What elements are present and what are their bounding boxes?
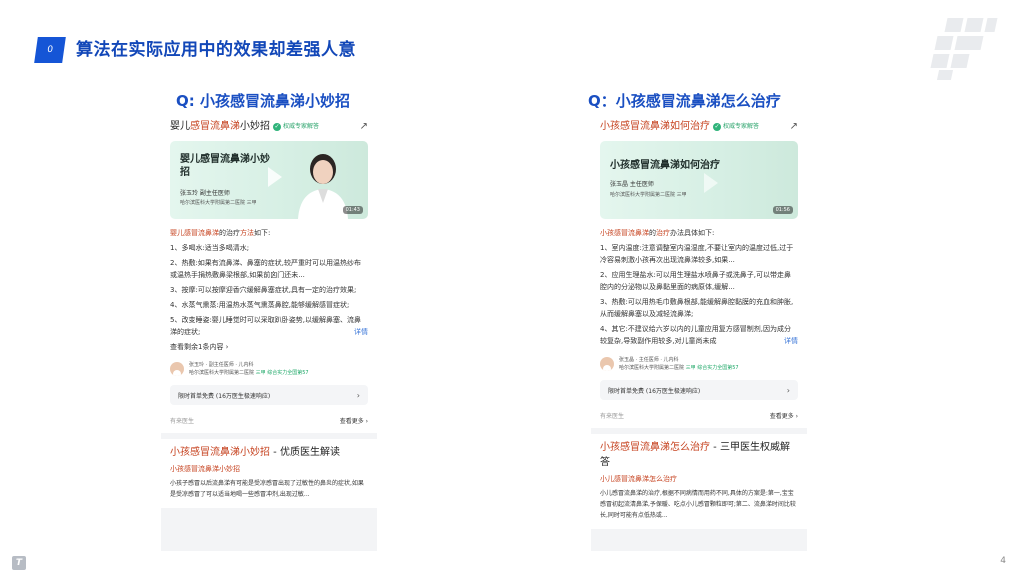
left-card-header: 婴儿感冒流鼻涕小妙招 ✓ 权威专家解答 ↗: [170, 120, 368, 134]
right-details-link[interactable]: 详情: [784, 335, 798, 347]
check-icon: ✓: [713, 123, 721, 131]
left-search-result-panel: 婴儿感冒流鼻涕小妙招 ✓ 权威专家解答 ↗ 婴儿感冒流鼻涕小妙招 张玉玲 副主任医…: [161, 114, 377, 551]
left-video-doctor: 张玉玲 副主任医师: [180, 190, 230, 197]
list-item: 4、其它:不建议给六岁以内的儿童应用复方感冒制剂,因为成分较复杂,导致副作用较多…: [600, 325, 798, 347]
left-card2-title[interactable]: 小孩感冒流鼻涕小妙招 - 优质医生解读: [170, 445, 368, 460]
right-doctor-name: 张玉晶 · 主任医师 · 儿内科: [619, 357, 679, 363]
avatar: [600, 357, 614, 371]
share-icon[interactable]: ↗: [360, 120, 368, 134]
list-item: 1、多喝水:适当多喝清水;: [170, 244, 250, 252]
right-video-thumbnail[interactable]: 小孩感冒流鼻涕如何治疗 张玉晶 主任医师 哈尔滨医科大学附属第二医院 三甲 01…: [600, 141, 798, 219]
left-doctor-tag: 三甲: [255, 370, 266, 376]
left-doctor-name: 张玉玲 · 副主任医师 · 儿内科: [189, 362, 254, 368]
list-item: 2、应用生理盐水:可以用生理盐水喷鼻子或洗鼻子,可以带走鼻腔内的分泌物以及鼻黏里…: [600, 271, 792, 291]
left-see-more-link[interactable]: 查看更多 ›: [340, 416, 368, 425]
list-item: 5、改变睡姿:婴儿睡觉时可以采取趴卧姿势,以缓解鼻塞、流鼻涕的症状; 详情: [170, 316, 368, 338]
decorative-squares-icon: [928, 18, 998, 82]
right-free-consult-button[interactable]: 限时首单免费 (16万医生极速响应) ›: [600, 380, 798, 400]
left-card-title[interactable]: 婴儿感冒流鼻涕小妙招: [170, 120, 270, 134]
brand-logo-icon: T: [12, 556, 26, 570]
left-card2-subtitle: 小孩感冒流鼻涕小妙招: [170, 465, 240, 473]
list-item: 3、热敷:可以用热毛巾敷鼻根部,能缓解鼻腔黏膜的充血和肿胀,从而缓解鼻塞以及减轻…: [600, 298, 794, 318]
left-card-footer: 有来医生 查看更多 ›: [170, 416, 368, 425]
left-answer-body: 婴儿感冒流鼻涕的治疗方法如下: 1、多喝水:适当多喝清水; 2、热敷:如果有流鼻…: [170, 227, 368, 338]
slide-title: 算法在实际应用中的效果却差强人意: [76, 40, 356, 60]
right-card-header: 小孩感冒流鼻涕如何治疗 ✓ 权威专家解答 ↗: [600, 120, 798, 134]
play-icon[interactable]: [704, 173, 718, 193]
left-result-card-2[interactable]: 小孩感冒流鼻涕小妙招 - 优质医生解读 小孩感冒流鼻涕小妙招 小孩子感冒以后流鼻…: [161, 439, 377, 508]
right-video-title: 小孩感冒流鼻涕如何治疗: [610, 160, 720, 171]
left-video-title: 婴儿感冒流鼻涕小妙招: [180, 154, 270, 178]
right-card2-body: 小儿感冒流鼻涕的治疗,根据不同病情而用药不同,具体的方案是:第一,宝宝感冒初起流…: [600, 490, 796, 519]
chevron-right-icon: ›: [786, 385, 790, 395]
right-doctor-tag: 三甲: [685, 365, 696, 371]
left-card2-body: 小孩子感冒以后流鼻涕有可能是受凉感冒出现了过敏性的鼻炎的症状,如果是受凉感冒了可…: [170, 480, 364, 498]
left-details-link[interactable]: 详情: [354, 326, 368, 338]
list-item: 1、室内温度:注意调整室内温湿度,不要让室内的温度过低,过于冷容易刺激小孩再次出…: [600, 244, 794, 264]
left-doctor-rank: 综合实力全国第57: [267, 370, 309, 376]
chevron-right-icon: ›: [356, 390, 360, 400]
right-verified-badge: ✓ 权威专家解答: [713, 123, 760, 131]
right-doctor-hospital: 哈尔滨医科大学附属第二医院: [619, 365, 685, 371]
left-video-duration: 01:43: [342, 206, 363, 214]
right-doctor-info[interactable]: 张玉晶 · 主任医师 · 儿内科 哈尔滨医科大学附属第二医院 三甲 综合实力全国…: [600, 356, 798, 372]
right-card-title[interactable]: 小孩感冒流鼻涕如何治疗: [600, 120, 710, 134]
left-video-thumbnail[interactable]: 婴儿感冒流鼻涕小妙招 张玉玲 副主任医师 哈尔滨医科大学附属第二医院 三甲 01…: [170, 141, 368, 219]
left-doctor-hospital: 哈尔滨医科大学附属第二医院: [189, 370, 255, 376]
right-result-card[interactable]: 小孩感冒流鼻涕如何治疗 ✓ 权威专家解答 ↗ 小孩感冒流鼻涕如何治疗 张玉晶 主任…: [591, 114, 807, 428]
avatar: [170, 362, 184, 376]
left-verified-badge: ✓ 权威专家解答: [273, 123, 320, 131]
page-number: 4: [1000, 556, 1006, 566]
left-question-label: Q: 小孩感冒流鼻涕小妙招: [176, 92, 350, 110]
right-answer-intro: 小孩感冒流鼻涕的治疗办法具体如下:: [600, 229, 715, 237]
share-icon[interactable]: ↗: [790, 120, 798, 134]
right-doctor-rank: 综合实力全国第57: [697, 365, 739, 371]
left-video-hospital: 哈尔滨医科大学附属第二医院 三甲: [180, 200, 257, 206]
right-video-doctor: 张玉晶 主任医师: [610, 181, 654, 188]
left-source-label: 有来医生: [170, 418, 195, 425]
right-video-duration: 01:56: [772, 206, 793, 214]
slide-number-badge: 0: [34, 37, 66, 63]
left-free-consult-button[interactable]: 限时首单免费 (16万医生极速响应) ›: [170, 385, 368, 405]
list-item: 4、水蒸气熏蒸:用温热水蒸气熏蒸鼻腔,能够缓解感冒症状;: [170, 301, 350, 309]
right-card2-subtitle: 小儿感冒流鼻涕怎么治疗: [600, 475, 677, 483]
list-item: 3、按摩:可以按摩迎香穴缓解鼻塞症状,具有一定的治疗效果;: [170, 286, 357, 294]
play-icon[interactable]: [268, 167, 282, 187]
left-answer-intro: 婴儿感冒流鼻涕的治疗方法如下:: [170, 229, 271, 237]
right-answer-body: 小孩感冒流鼻涕的治疗办法具体如下: 1、室内温度:注意调整室内温湿度,不要让室内…: [600, 227, 798, 347]
right-result-card-2[interactable]: 小孩感冒流鼻涕怎么治疗 - 三甲医生权威解答 小儿感冒流鼻涕怎么治疗 小儿感冒流…: [591, 434, 807, 529]
slide-number: 0: [46, 45, 54, 55]
left-result-card[interactable]: 婴儿感冒流鼻涕小妙招 ✓ 权威专家解答 ↗ 婴儿感冒流鼻涕小妙招 张玉玲 副主任医…: [161, 114, 377, 433]
right-card-footer: 有来医生 查看更多 ›: [600, 411, 798, 420]
left-expand-link[interactable]: 查看剩余1条内容 ›: [170, 342, 368, 352]
check-icon: ✓: [273, 123, 281, 131]
right-video-hospital: 哈尔滨医科大学附属第二医院 三甲: [610, 192, 687, 198]
list-item: 2、热敷:如果有流鼻涕、鼻塞的症状,较严重时可以用温热纱布或温热手捐热敷鼻梁根部…: [170, 259, 362, 279]
left-doctor-info[interactable]: 张玉玲 · 副主任医师 · 儿内科 哈尔滨医科大学附属第二医院 三甲 综合实力全…: [170, 361, 368, 377]
right-search-result-panel: 小孩感冒流鼻涕如何治疗 ✓ 权威专家解答 ↗ 小孩感冒流鼻涕如何治疗 张玉晶 主任…: [591, 114, 807, 551]
right-see-more-link[interactable]: 查看更多 ›: [770, 411, 798, 420]
right-source-label: 有来医生: [600, 413, 625, 420]
right-question-label: Q：小孩感冒流鼻涕怎么治疗: [588, 92, 781, 110]
right-card2-title[interactable]: 小孩感冒流鼻涕怎么治疗 - 三甲医生权威解答: [600, 440, 798, 470]
